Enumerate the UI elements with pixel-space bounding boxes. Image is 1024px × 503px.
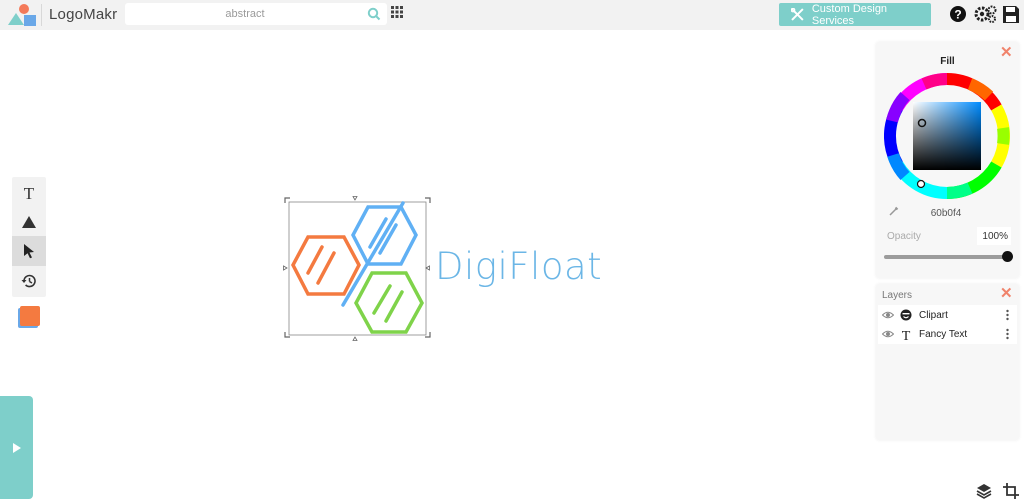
crop-icon[interactable] [1003, 483, 1019, 499]
search-box [125, 3, 387, 25]
play-tab[interactable] [0, 396, 33, 499]
shape-tool[interactable] [12, 207, 46, 237]
text-tool[interactable]: T [12, 178, 46, 208]
top-bar: LogoMakr Custom Design Services ? [0, 0, 1024, 30]
fill-panel: ✕ Fill 60b0f4 Opacity 100% [876, 42, 1019, 278]
gear-icon[interactable] [973, 4, 997, 24]
search-input[interactable] [125, 3, 365, 25]
logo-divider [41, 4, 42, 26]
layer-label: Fancy Text [919, 328, 968, 340]
layer-menu-icon[interactable] [1006, 328, 1009, 340]
opacity-slider-thumb[interactable] [1002, 251, 1013, 262]
grid-menu-icon[interactable] [391, 6, 403, 18]
layer-label: Clipart [919, 309, 948, 321]
select-tool[interactable] [12, 236, 46, 266]
layer-item-fancy-text[interactable]: T Fancy Text [878, 324, 1017, 344]
color-wheel[interactable] [884, 73, 1010, 199]
close-layers-panel-icon[interactable]: ✕ [1000, 286, 1013, 301]
history-icon [21, 274, 36, 288]
svg-text:T: T [902, 329, 911, 341]
opacity-row: Opacity 100% [876, 227, 1019, 247]
opacity-label: Opacity [887, 231, 921, 242]
fill-panel-title: Fill [940, 56, 955, 67]
opacity-value-input[interactable]: 100% [977, 227, 1011, 245]
hue-picker-handle [916, 179, 926, 189]
app-title[interactable]: LogoMakr [49, 6, 117, 23]
play-icon [12, 442, 21, 453]
text-icon: T [24, 185, 35, 201]
pointer-icon [24, 244, 34, 259]
layers-panel: Layers ✕ Clipart T Fancy Text [876, 284, 1019, 440]
history-tool[interactable] [12, 266, 46, 296]
visibility-eye-icon[interactable] [882, 329, 894, 339]
save-icon[interactable] [1002, 4, 1020, 24]
custom-design-services-label: Custom Design Services [811, 2, 888, 27]
help-icon[interactable]: ? [948, 4, 968, 24]
layers-panel-title: Layers [882, 290, 913, 301]
layers-stack-icon[interactable] [976, 483, 992, 499]
text-icon: T [900, 328, 912, 341]
clipart-icon [900, 309, 912, 321]
layer-item-clipart[interactable]: Clipart [878, 305, 1017, 325]
toolbox: T [12, 177, 46, 297]
svg-text:?: ? [954, 8, 961, 22]
opacity-slider-track[interactable] [884, 255, 1008, 259]
brand-text[interactable]: DigiFloat [435, 245, 602, 288]
hex-color-value[interactable]: 60b0f4 [906, 208, 986, 219]
custom-design-services-button[interactable]: Custom Design Services [779, 2, 931, 27]
green-hexagon [354, 271, 424, 334]
visibility-eye-icon[interactable] [882, 310, 894, 320]
triangle-icon [22, 216, 36, 228]
svg-text:T: T [24, 185, 35, 201]
tools-icon [791, 8, 804, 21]
layer-menu-icon[interactable] [1006, 309, 1009, 321]
search-icon[interactable] [367, 7, 381, 21]
orange-hexagon [291, 235, 361, 296]
logomakr-logo-icon[interactable] [6, 3, 40, 27]
eyedropper-icon[interactable] [888, 205, 900, 217]
current-color-swatch[interactable] [17, 305, 41, 329]
